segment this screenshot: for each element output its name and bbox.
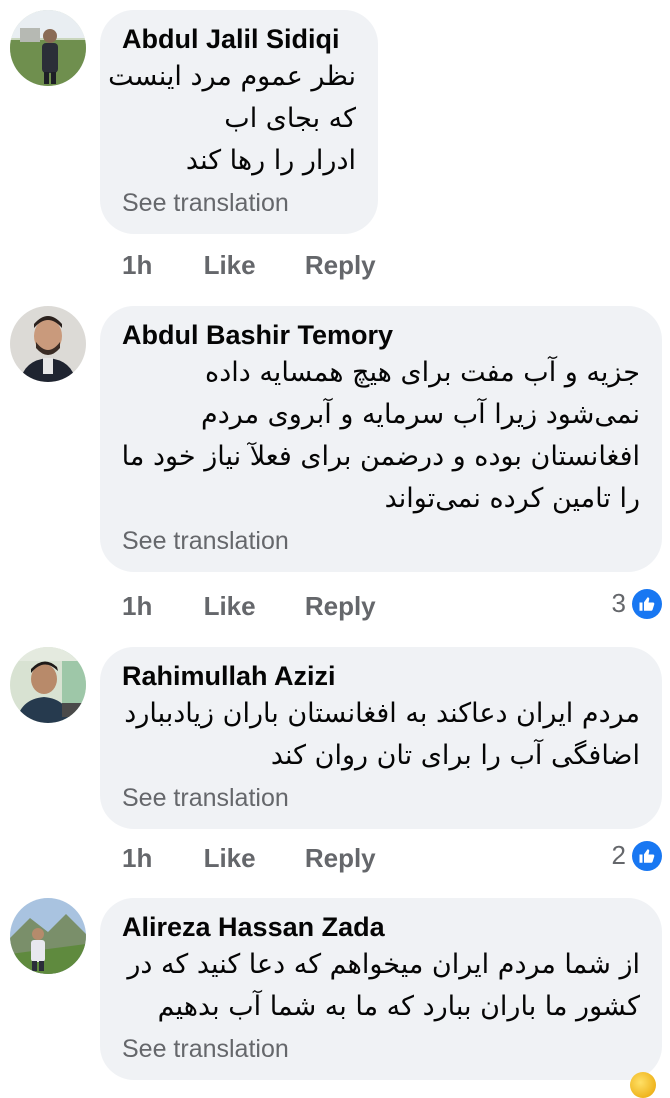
reaction-count: 3: [611, 588, 626, 618]
comment-bubble: Abdul Bashir Temory جزیه و آب مفت برای ه…: [100, 306, 662, 572]
see-translation-link[interactable]: See translation: [122, 1032, 640, 1066]
comment-text-line: جزیه و آب مفت برای هیچ همسایه داده: [205, 357, 640, 388]
watermark-emblem-icon: [630, 1072, 656, 1098]
comment-actions: 1h Like Reply: [122, 591, 418, 622]
avatar-photo: [10, 306, 86, 382]
comment-bubble: Abdul Jalil Sidiqi نظر عموم مرد اینست که…: [100, 10, 378, 234]
comment-text-line: که بجای اب: [224, 103, 356, 134]
avatar-photo: [10, 898, 86, 974]
reaction-summary[interactable]: 3: [612, 588, 662, 619]
avatar[interactable]: [10, 10, 86, 86]
comment-text-line: مردم ایران دعاکند به افغانستان باران زیا…: [124, 698, 640, 729]
avatar[interactable]: [10, 306, 86, 382]
see-translation-link[interactable]: See translation: [122, 781, 640, 815]
comment-text-line: را تامین کرده نمی‌تواند: [384, 483, 640, 514]
comment-actions: 1h Like Reply: [122, 843, 418, 874]
reply-button[interactable]: Reply: [305, 591, 376, 622]
comment-actions: 1h Like Reply: [122, 250, 418, 281]
reply-button[interactable]: Reply: [305, 843, 376, 874]
reply-button[interactable]: Reply: [305, 250, 376, 281]
comment-timestamp[interactable]: 1h: [122, 843, 152, 874]
see-translation-link[interactable]: See translation: [122, 186, 356, 220]
avatar[interactable]: [10, 898, 86, 974]
reaction-summary[interactable]: 2: [612, 840, 662, 871]
comment-text-line: از شما مردم ایران میخواهم که دعا کنید که…: [127, 949, 640, 980]
comment-bubble: Rahimullah Azizi مردم ایران دعاکند به اف…: [100, 647, 662, 829]
comment-text-line: نظر عموم مرد اینست: [108, 61, 356, 92]
comment-text-line: کشور ما باران ببارد که ما به شما آب بدهی…: [157, 991, 640, 1022]
comment-text-line: ادرار را رها کند: [185, 145, 356, 176]
comment-author[interactable]: Alireza Hassan Zada: [122, 910, 640, 944]
comment-text-line: اضافگی آب را برای تان روان کند: [270, 740, 640, 771]
comment-author[interactable]: Abdul Jalil Sidiqi: [122, 22, 356, 56]
like-button[interactable]: Like: [204, 843, 256, 874]
comment-timestamp[interactable]: 1h: [122, 250, 152, 281]
avatar[interactable]: [10, 647, 86, 723]
comment-author[interactable]: Rahimullah Azizi: [122, 659, 640, 693]
like-button[interactable]: Like: [204, 591, 256, 622]
comment-text-line: افغانستان بوده و درضمن برای فعلآ نیاز خو…: [121, 441, 640, 472]
like-thumb-icon: [632, 588, 662, 619]
comment-author[interactable]: Abdul Bashir Temory: [122, 318, 640, 352]
avatar-photo: [10, 647, 86, 723]
see-translation-link[interactable]: See translation: [122, 524, 640, 558]
watermark-logo: [536, 1072, 656, 1098]
like-button[interactable]: Like: [204, 250, 256, 281]
comment-bubble: Alireza Hassan Zada از شما مردم ایران می…: [100, 898, 662, 1080]
reaction-count: 2: [611, 840, 626, 870]
avatar-photo: [10, 10, 86, 86]
like-thumb-icon: [632, 840, 662, 871]
comment-text-line: نمی‌شود زیرا آب سرمایه و آبروی مردم: [200, 399, 640, 430]
comment-timestamp[interactable]: 1h: [122, 591, 152, 622]
